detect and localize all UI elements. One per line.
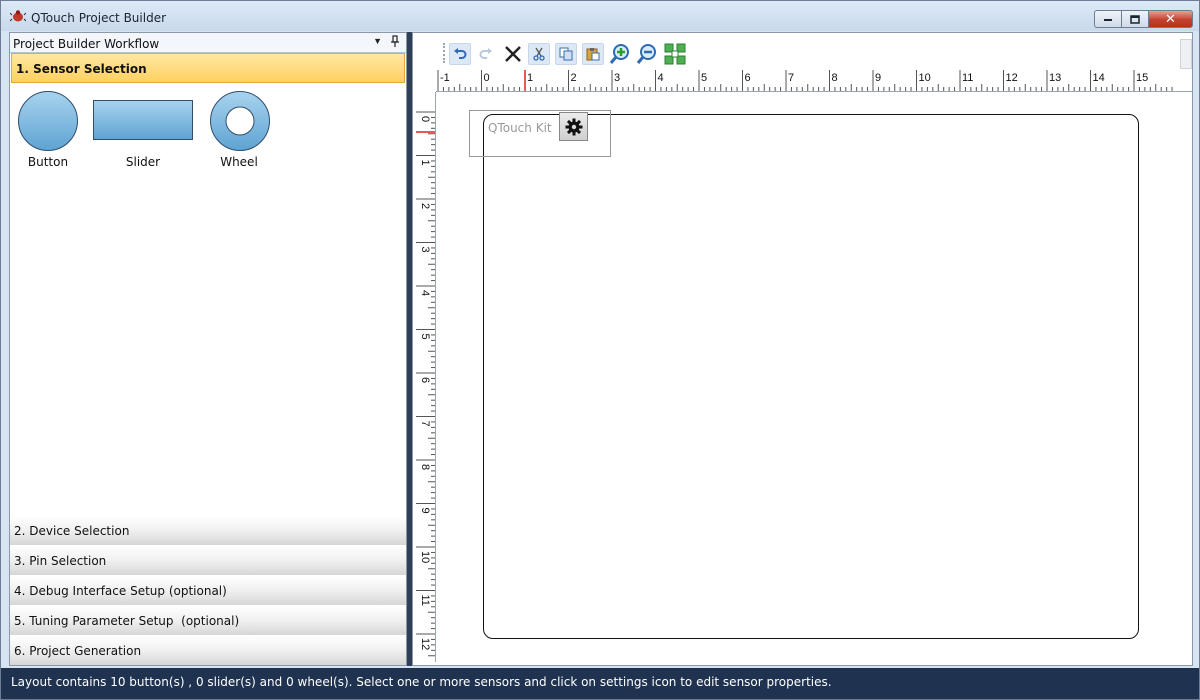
kit-settings-button[interactable] [559,112,588,141]
ruler-label: 3 [614,72,620,84]
step-label: 6. Project Generation [14,644,142,658]
fit-to-window-icon [664,43,686,65]
ruler-label: -1 [440,72,450,84]
wheel-sensor-icon[interactable] [209,90,271,152]
ruler-label: 2 [419,203,431,209]
step-label: 4. Debug Interface Setup (optional) [14,584,227,598]
kit-label: QTouch Kit [488,121,552,135]
app-window: QTouch Project Builder ✕ Project Builder… [0,0,1200,700]
copy-button[interactable] [555,43,577,65]
redo-icon [479,48,492,59]
step-pin-selection[interactable]: 3. Pin Selection [10,545,406,575]
step-debug-interface-setup[interactable]: 4. Debug Interface Setup (optional) [10,575,406,605]
ruler-label: 10 [919,72,931,84]
design-toolbar [413,33,1192,70]
ruler-label: 11 [962,72,973,84]
ruler-label: 8 [419,464,431,470]
workflow-panel-header: Project Builder Workflow ▼ [10,33,406,53]
gear-icon [565,118,582,135]
workflow-panel-title: Project Builder Workflow [13,37,160,51]
minimize-icon [1104,19,1112,21]
toolbar-overflow[interactable] [1180,39,1192,69]
ruler-label: 3 [419,247,431,253]
zoom-out-button[interactable] [636,43,658,65]
zoom-in-icon [609,44,629,64]
restore-icon [1130,14,1140,24]
ruler-label: 0 [419,116,431,122]
pin-icon[interactable] [391,35,399,47]
step-label: 5. Tuning Parameter Setup (optional) [14,614,240,628]
step-sensor-selection[interactable]: 1. Sensor Selection [11,53,405,83]
close-icon: ✕ [1165,11,1176,26]
design-canvas[interactable]: QTouch Kit [437,93,1191,663]
delete-button[interactable] [502,43,524,65]
step-project-generation[interactable]: 6. Project Generation [10,635,406,665]
cut-button[interactable] [528,43,550,65]
ruler-label: 13 [1049,72,1061,84]
copy-icon [559,47,573,61]
ruler-label: 12 [1006,72,1018,84]
status-text: Layout contains 10 button(s) , 0 slider(… [11,675,832,689]
panel-dropdown-icon[interactable]: ▼ [373,36,382,46]
button-sensor-icon[interactable] [17,90,79,152]
ruler-label: 4 [658,72,664,84]
ruler-label: 5 [419,334,431,340]
ruler-label: 9 [419,508,431,514]
step-label: 2. Device Selection [14,524,130,538]
ruler-label: 6 [419,377,431,383]
status-bar: Layout contains 10 button(s) , 0 slider(… [1,668,1199,699]
ruler-label: 2 [571,72,577,84]
step-sensor-selection-label: 1. Sensor Selection [16,62,147,76]
ruler-label: 7 [788,72,794,84]
ruler-label: 0 [484,72,490,84]
close-button[interactable]: ✕ [1148,10,1193,28]
horizontal-ruler: -1 0 1 2 3 4 5 6 7 8 9 10 11 12 13 14 15 [436,70,1192,92]
slider-sensor-icon[interactable] [93,100,193,140]
restore-button[interactable] [1121,10,1148,28]
ruler-label: 12 [419,638,431,650]
minimize-button[interactable] [1094,10,1121,28]
kit-label-box[interactable]: QTouch Kit [469,110,611,157]
zoom-in-button[interactable] [609,43,631,65]
ruler-label: 10 [419,551,431,563]
title-bar[interactable]: QTouch Project Builder ✕ [1,1,1199,31]
vertical-ruler: 0123456789101112 [416,92,436,662]
zoom-out-icon [636,44,656,64]
ruler-label: 5 [701,72,707,84]
fit-to-window-button[interactable] [664,43,686,65]
step-tuning-parameter-setup[interactable]: 5. Tuning Parameter Setup (optional) [10,605,406,635]
ruler-label: 4 [419,290,431,296]
paste-button[interactable] [582,43,604,65]
ruler-label: 1 [419,160,431,166]
step-device-selection[interactable]: 2. Device Selection [10,515,406,545]
toolbar-grip[interactable] [443,43,445,63]
ruler-label: 11 [419,595,431,606]
button-sensor-label: Button [27,155,69,169]
wheel-sensor-label: Wheel [220,155,258,169]
window-controls: ✕ [1094,10,1193,28]
workflow-steps: 2. Device Selection 3. Pin Selection 4. … [10,515,406,665]
cut-icon [533,47,545,61]
ruler-label: 14 [1093,72,1105,84]
ruler-label: 9 [875,72,881,84]
qtouch-kit-board[interactable] [483,114,1139,639]
ruler-label: 6 [745,72,751,84]
ruler-label: 7 [419,421,431,427]
design-panel: -1 0 1 2 3 4 5 6 7 8 9 10 11 12 13 14 15 0 1 2 3 4 5 6 7 8 9 10 11 1… [412,32,1193,666]
ruler-label: 1 [527,72,533,84]
window-title: QTouch Project Builder [31,11,167,25]
undo-button[interactable] [449,43,471,65]
workflow-panel: Project Builder Workflow ▼ 1. Sensor Sel… [9,32,407,666]
step-label: 3. Pin Selection [14,554,107,568]
paste-icon [586,48,600,61]
delete-icon [505,46,521,62]
ruler-label: 15 [1136,72,1148,84]
app-logo-icon [10,10,26,22]
redo-button[interactable] [475,43,497,65]
undo-icon [454,48,467,59]
ruler-label: 8 [832,72,838,84]
slider-sensor-label: Slider [125,155,161,169]
